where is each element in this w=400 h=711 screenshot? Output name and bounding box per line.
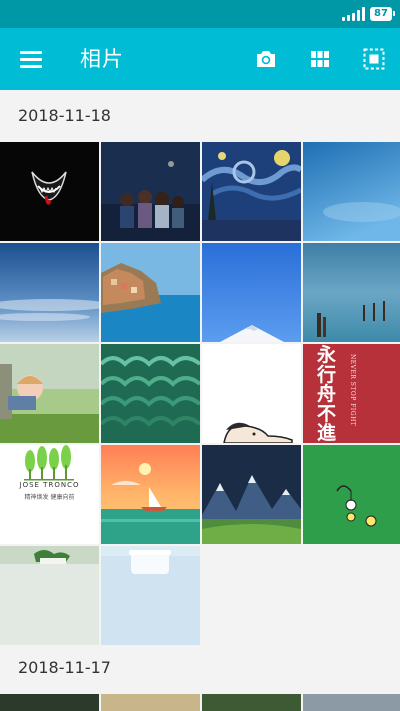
photo-thumbnail-blue-sky[interactable]: [303, 142, 400, 241]
logo-name-text: JOSE TRONCO: [19, 481, 80, 489]
status-bar: 87: [0, 0, 400, 28]
photo-thumbnail-peacock-feathers[interactable]: [101, 344, 200, 443]
battery-level: 87: [374, 8, 388, 19]
photo-thumbnail-starry-night[interactable]: [202, 142, 301, 241]
photo-thumbnail-sand[interactable]: [101, 694, 200, 711]
photo-thumbnail-white-pot[interactable]: [101, 546, 200, 645]
status-indicators: 87: [342, 7, 395, 21]
photo-thumbnail-sea-posts[interactable]: [303, 243, 400, 342]
photo-thumbnail-snow-mountain[interactable]: [202, 243, 301, 342]
photo-thumbnail-sailboat-sunset[interactable]: [101, 445, 200, 544]
photo-thumbnail-clouds[interactable]: [0, 243, 99, 342]
select-icon[interactable]: [362, 47, 386, 71]
photo-thumbnail-plant-bowl[interactable]: [0, 546, 99, 645]
poster-calligraphy-text: 永行舟不進則: [317, 344, 337, 443]
photo-thumbnail-trees-logo[interactable]: JOSE TRONCO 精神焕发 健康向前: [0, 445, 99, 544]
menu-icon[interactable]: [20, 49, 42, 69]
signal-icon: [342, 7, 365, 21]
logo-slogan-text: 精神焕发 健康向前: [24, 494, 75, 501]
grid-view-icon[interactable]: [308, 47, 332, 71]
camera-icon[interactable]: [254, 47, 278, 71]
photo-thumbnail-mountain-landscape[interactable]: [202, 445, 301, 544]
app-bar: 相片: [0, 28, 400, 90]
photo-thumbnail-child-window[interactable]: [0, 344, 99, 443]
photo-thumbnail-coastal-village[interactable]: [101, 243, 200, 342]
photo-thumbnail-forest[interactable]: [202, 694, 301, 711]
photo-thumbnail-dark[interactable]: [0, 694, 99, 711]
photo-thumbnail-green-bird[interactable]: [303, 445, 400, 544]
photo-thumbnail-calligraphy-poster[interactable]: 永行舟不進則 NEVER STOP FIGHT: [303, 344, 400, 443]
photo-thumbnail-cartoon-face[interactable]: [202, 344, 301, 443]
section-date: 2018-11-18: [18, 106, 111, 125]
page-title: 相片: [80, 47, 124, 71]
photo-thumbnail-grey-sky[interactable]: [303, 694, 400, 711]
battery-icon: 87: [370, 7, 395, 21]
photo-thumbnail-venom[interactable]: [0, 142, 99, 241]
section-date: 2018-11-17: [18, 658, 111, 677]
poster-side-text: NEVER STOP FIGHT: [349, 354, 356, 427]
photo-thumbnail-group[interactable]: [101, 142, 200, 241]
